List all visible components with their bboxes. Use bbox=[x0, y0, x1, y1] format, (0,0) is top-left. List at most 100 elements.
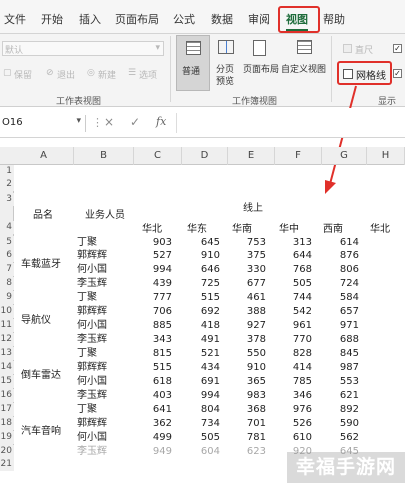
formula-bar: O16 ▾ ⋮ × ✓ fx bbox=[0, 108, 405, 138]
value-cell: 976 bbox=[292, 404, 312, 415]
value-cell: 505 bbox=[292, 278, 312, 289]
custom-views-label: 自定义视图 bbox=[281, 65, 327, 75]
page-break-preview-button[interactable]: 分页 预览 bbox=[211, 35, 241, 91]
row-header[interactable]: 5 bbox=[0, 236, 14, 249]
menu-review[interactable]: 审阅 bbox=[248, 11, 270, 27]
region-header: 华北 bbox=[370, 224, 390, 235]
menu-bar: 文件 开始 插入 页面布局 公式 数据 审阅 视图 帮助 bbox=[0, 0, 405, 34]
column-header[interactable]: H bbox=[367, 147, 405, 165]
value-cell: 983 bbox=[246, 390, 266, 401]
value-cell: 804 bbox=[200, 404, 220, 415]
row-header[interactable]: 16 bbox=[0, 389, 14, 402]
column-header[interactable]: C bbox=[134, 147, 182, 165]
normal-view-button[interactable]: 普通 bbox=[176, 35, 210, 91]
value-cell: 618 bbox=[152, 376, 172, 387]
row-header[interactable]: 4 bbox=[0, 221, 14, 234]
menu-file[interactable]: 文件 bbox=[4, 11, 26, 27]
row-header[interactable]: 9 bbox=[0, 291, 14, 304]
view-options-button[interactable]: 选项 bbox=[139, 68, 157, 81]
row-header[interactable]: 2 bbox=[0, 178, 14, 191]
value-cell: 343 bbox=[152, 334, 172, 345]
name-box[interactable]: O16 ▾ bbox=[0, 115, 86, 132]
row-header[interactable]: 21 bbox=[0, 458, 14, 471]
value-cell: 362 bbox=[152, 418, 172, 429]
menu-help[interactable]: 帮助 bbox=[323, 11, 345, 27]
spreadsheet-grid[interactable]: ABCDEFGH 1 2 3 4 5 6 7 8 9 10 11 12 13 14 15 16 17 18 19 20… bbox=[0, 147, 405, 471]
menu-formulas[interactable]: 公式 bbox=[173, 11, 195, 27]
sales-person: 李玉辉 bbox=[77, 278, 107, 289]
row-header[interactable]: 20 bbox=[0, 445, 14, 458]
value-cell: 526 bbox=[292, 418, 312, 429]
column-header[interactable]: G bbox=[322, 147, 367, 165]
value-cell: 375 bbox=[246, 250, 266, 261]
column-header[interactable]: B bbox=[74, 147, 134, 165]
row-header[interactable]: 19 bbox=[0, 431, 14, 444]
value-cell: 604 bbox=[200, 446, 220, 457]
page-break-icon bbox=[218, 40, 234, 54]
column-header[interactable]: F bbox=[275, 147, 322, 165]
value-cell: 961 bbox=[292, 320, 312, 331]
value-cell: 892 bbox=[339, 404, 359, 415]
sheet-view-select[interactable]: 默认 ▾ bbox=[2, 41, 164, 56]
row-header[interactable]: 11 bbox=[0, 319, 14, 332]
value-cell: 691 bbox=[200, 376, 220, 387]
formula-bar-checkbox[interactable]: ✓ bbox=[393, 44, 402, 53]
value-cell: 724 bbox=[339, 278, 359, 289]
sales-person: 丁聚 bbox=[77, 404, 97, 415]
menu-home[interactable]: 开始 bbox=[41, 11, 63, 27]
new-view-button[interactable]: 新建 bbox=[98, 68, 116, 81]
watermark: 幸福手游网 bbox=[287, 452, 405, 483]
sales-person: 丁聚 bbox=[77, 292, 97, 303]
save-view-button[interactable]: 保留 bbox=[14, 68, 32, 81]
value-cell: 701 bbox=[246, 418, 266, 429]
value-cell: 590 bbox=[339, 418, 359, 429]
fx-icon[interactable]: fx bbox=[156, 115, 166, 128]
value-cell: 725 bbox=[200, 278, 220, 289]
formula-input[interactable] bbox=[176, 113, 405, 133]
sales-person: 丁聚 bbox=[77, 348, 97, 359]
row-header[interactable]: 14 bbox=[0, 361, 14, 374]
header-online: 线上 bbox=[243, 203, 263, 214]
row-header[interactable]: 12 bbox=[0, 333, 14, 346]
row-header[interactable]: 10 bbox=[0, 305, 14, 318]
column-headers: ABCDEFGH bbox=[0, 147, 405, 165]
value-cell: 388 bbox=[246, 306, 266, 317]
column-header[interactable]: D bbox=[182, 147, 228, 165]
value-cell: 815 bbox=[152, 348, 172, 359]
menu-data[interactable]: 数据 bbox=[211, 11, 233, 27]
value-cell: 330 bbox=[246, 264, 266, 275]
value-cell: 527 bbox=[152, 250, 172, 261]
headings-checkbox[interactable]: ✓ bbox=[393, 69, 402, 78]
save-view-icon: ▢ bbox=[3, 68, 12, 78]
row-header[interactable]: 6 bbox=[0, 249, 14, 262]
column-header[interactable]: A bbox=[14, 147, 74, 165]
page-layout-view-label: 页面布局 bbox=[243, 65, 280, 75]
row-header[interactable]: 3 bbox=[0, 193, 14, 206]
view-options-icon: ☰ bbox=[128, 68, 137, 78]
row-header[interactable]: 15 bbox=[0, 375, 14, 388]
menu-insert[interactable]: 插入 bbox=[79, 11, 101, 27]
sales-person: 李玉辉 bbox=[77, 334, 107, 345]
page-layout-icon bbox=[253, 40, 266, 56]
row-header[interactable]: 8 bbox=[0, 277, 14, 290]
row-header[interactable]: 18 bbox=[0, 417, 14, 430]
value-cell: 491 bbox=[200, 334, 220, 345]
ruler-checkbox[interactable] bbox=[343, 44, 352, 53]
view-tab-highlight bbox=[278, 6, 320, 33]
cancel-icon[interactable]: × bbox=[104, 115, 114, 129]
exit-view-button[interactable]: 退出 bbox=[57, 68, 75, 81]
product-name: 导航仪 bbox=[21, 315, 51, 326]
value-cell: 439 bbox=[152, 278, 172, 289]
enter-icon[interactable]: ✓ bbox=[130, 115, 140, 129]
row-header[interactable]: 17 bbox=[0, 403, 14, 416]
row-header[interactable]: 7 bbox=[0, 263, 14, 276]
page-layout-view-button[interactable]: 页面布局 bbox=[242, 35, 280, 91]
value-cell: 499 bbox=[152, 432, 172, 443]
row-header[interactable]: 13 bbox=[0, 347, 14, 360]
row-header[interactable]: 1 bbox=[0, 165, 14, 178]
region-header: 华中 bbox=[279, 224, 299, 235]
custom-views-button[interactable]: 自定义视图 bbox=[281, 35, 327, 91]
menu-page-layout[interactable]: 页面布局 bbox=[115, 11, 159, 27]
sales-person: 何小国 bbox=[77, 320, 107, 331]
column-header[interactable]: E bbox=[228, 147, 275, 165]
